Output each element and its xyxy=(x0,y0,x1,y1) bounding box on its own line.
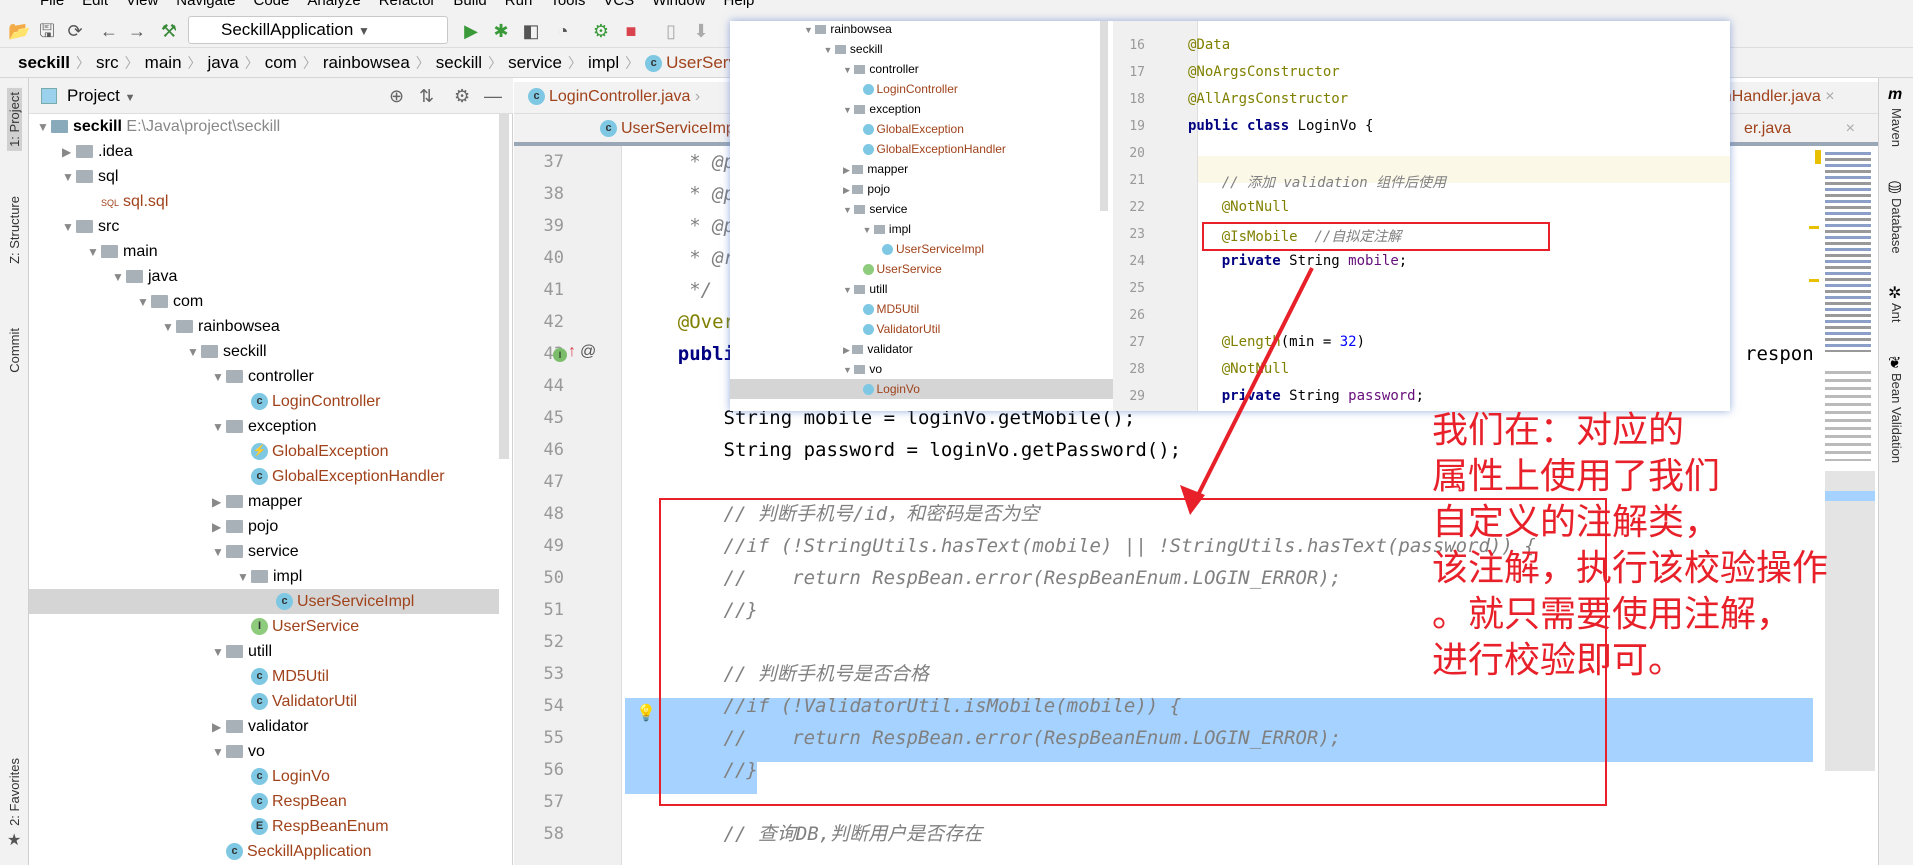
annotation-note: 我们在：对应的 属性上使用了我们 自定义的注解类， 该注解，执行该校验操作 。就… xyxy=(1432,410,1829,681)
